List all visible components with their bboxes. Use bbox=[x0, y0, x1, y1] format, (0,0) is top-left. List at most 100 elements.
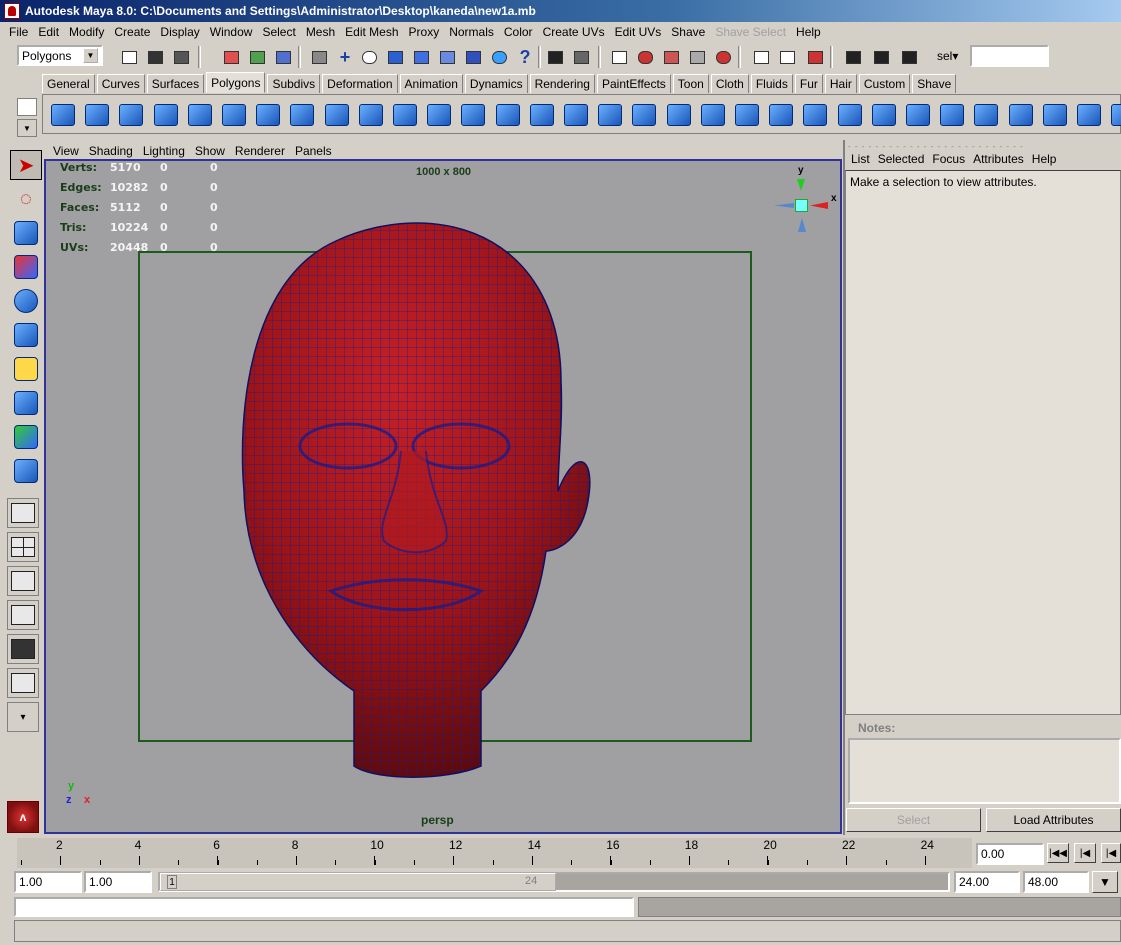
end-time-field[interactable]: 48.00 bbox=[1023, 871, 1089, 893]
snap-plane-icon[interactable] bbox=[410, 46, 432, 68]
viewcube-neg-x-arrow-icon[interactable] bbox=[774, 203, 794, 208]
notes-textarea[interactable] bbox=[848, 738, 1121, 804]
shelf-tab-fluids[interactable]: Fluids bbox=[750, 74, 793, 93]
construction-history-icon[interactable] bbox=[804, 46, 826, 68]
layout-outliner-icon[interactable] bbox=[7, 566, 39, 596]
paint-select-tool-icon[interactable] bbox=[10, 218, 42, 248]
poly-auto-map-icon[interactable] bbox=[1108, 100, 1121, 130]
poly-sphere-icon[interactable] bbox=[48, 100, 78, 130]
snap-surface-icon[interactable] bbox=[436, 46, 458, 68]
poly-split-icon[interactable] bbox=[664, 100, 694, 130]
poly-cube-icon[interactable] bbox=[82, 100, 112, 130]
sel-label[interactable]: sel▾ bbox=[937, 49, 958, 63]
new-scene-icon[interactable] bbox=[118, 46, 140, 68]
poly-append-icon[interactable] bbox=[629, 100, 659, 130]
soft-mod-tool-icon[interactable] bbox=[10, 388, 42, 418]
panel-menu-panels[interactable]: Panels bbox=[290, 144, 337, 158]
render-settings-icon[interactable] bbox=[898, 46, 920, 68]
attr-menu-attributes[interactable]: Attributes bbox=[969, 152, 1028, 166]
select-hierarchy-icon[interactable] bbox=[220, 46, 242, 68]
menu-edit[interactable]: Edit bbox=[33, 25, 64, 39]
poly-prism-icon[interactable] bbox=[253, 100, 283, 130]
layout-graph-icon[interactable] bbox=[7, 600, 39, 630]
current-time-field[interactable]: 0.00 bbox=[976, 843, 1044, 865]
shelf-options-button[interactable] bbox=[17, 98, 37, 116]
poly-cylinder-icon[interactable] bbox=[116, 100, 146, 130]
poly-pipe-icon[interactable] bbox=[287, 100, 317, 130]
select-component-icon[interactable] bbox=[272, 46, 294, 68]
globe-icon[interactable] bbox=[488, 46, 510, 68]
construction-icon[interactable] bbox=[712, 46, 734, 68]
viewcube-x-arrow-icon[interactable] bbox=[810, 202, 828, 209]
menu-set-selector[interactable]: Polygons ▼ bbox=[17, 45, 103, 66]
menu-modify[interactable]: Modify bbox=[64, 25, 109, 39]
layout-single-icon[interactable] bbox=[7, 498, 39, 528]
shelf-tab-hair[interactable]: Hair bbox=[824, 74, 857, 93]
sel-input[interactable] bbox=[970, 45, 1049, 67]
shelf-tab-fur[interactable]: Fur bbox=[794, 74, 823, 93]
help-icon[interactable]: ? bbox=[514, 46, 536, 68]
poly-cylindrical-map-icon[interactable] bbox=[1040, 100, 1070, 130]
shelf-tab-subdivs[interactable]: Subdivs bbox=[267, 74, 321, 93]
shelf-tab-custom[interactable]: Custom bbox=[858, 74, 911, 93]
lock-icon[interactable] bbox=[544, 46, 566, 68]
poly-helix-icon[interactable] bbox=[322, 100, 352, 130]
snap-point-icon[interactable] bbox=[384, 46, 406, 68]
poly-normals-icon[interactable] bbox=[971, 100, 1001, 130]
open-scene-icon[interactable] bbox=[144, 46, 166, 68]
select-button[interactable]: Select bbox=[846, 808, 981, 832]
perspective-viewport[interactable]: Verts: 5170 0 0 Edges: 10282 0 0 Faces: 5112 0 0 Tri… bbox=[44, 159, 842, 834]
menu-proxy[interactable]: Proxy bbox=[404, 25, 445, 39]
start-time-field[interactable]: 1.00 bbox=[14, 871, 82, 893]
poly-separate-icon[interactable] bbox=[424, 100, 454, 130]
output-ops-icon[interactable] bbox=[776, 46, 798, 68]
grid-icon[interactable] bbox=[608, 46, 630, 68]
poly-bevel-icon[interactable] bbox=[732, 100, 762, 130]
poly-mirror-icon[interactable] bbox=[527, 100, 557, 130]
menu-color[interactable]: Color bbox=[499, 25, 538, 39]
poly-triangulate-icon[interactable] bbox=[903, 100, 933, 130]
attr-menu-selected[interactable]: Selected bbox=[874, 152, 929, 166]
layout-hypershade-icon[interactable] bbox=[7, 634, 39, 664]
poly-extrude-icon[interactable] bbox=[561, 100, 591, 130]
mask-icon[interactable] bbox=[308, 46, 330, 68]
history-icon[interactable] bbox=[462, 46, 484, 68]
poly-wedge-icon[interactable] bbox=[835, 100, 865, 130]
chevron-down-icon[interactable]: ▼ bbox=[83, 48, 98, 63]
select-lock-icon[interactable] bbox=[570, 46, 592, 68]
poly-merge-icon[interactable] bbox=[766, 100, 796, 130]
poly-bridge-icon[interactable] bbox=[595, 100, 625, 130]
menu-file[interactable]: File bbox=[4, 25, 33, 39]
menu-mesh[interactable]: Mesh bbox=[301, 25, 340, 39]
panel-menu-view[interactable]: View bbox=[48, 144, 84, 158]
snap-grid-icon[interactable]: + bbox=[334, 46, 356, 68]
command-line-input[interactable] bbox=[14, 897, 634, 917]
menu-normals[interactable]: Normals bbox=[444, 25, 499, 39]
poly-chamfer-icon[interactable] bbox=[869, 100, 899, 130]
attr-menu-list[interactable]: List bbox=[847, 152, 874, 166]
menu-edit-mesh[interactable]: Edit Mesh bbox=[340, 25, 403, 39]
playback-start-field[interactable]: 1.00 bbox=[84, 871, 152, 893]
live-surface-icon[interactable] bbox=[686, 46, 708, 68]
poly-plane-icon[interactable] bbox=[185, 100, 215, 130]
range-slider-handle[interactable]: 1 24 bbox=[160, 873, 556, 891]
time-slider[interactable]: 2 4 6 8 10 12 14 16 18 20 22 24 bbox=[17, 838, 972, 868]
head-mesh[interactable] bbox=[236, 221, 596, 781]
step-back-key-icon[interactable]: |◀ bbox=[1101, 843, 1121, 863]
attr-menu-focus[interactable]: Focus bbox=[928, 152, 969, 166]
show-manipulator-icon[interactable] bbox=[10, 422, 42, 452]
poly-soccer-ball-icon[interactable] bbox=[356, 100, 386, 130]
rotate-tool-icon[interactable] bbox=[10, 286, 42, 316]
shelf-tab-animation[interactable]: Animation bbox=[399, 74, 463, 93]
shelf-tab-deformation[interactable]: Deformation bbox=[322, 74, 398, 93]
animation-prefs-chevron-icon[interactable]: ▼ bbox=[1092, 871, 1118, 893]
attr-menu-help[interactable]: Help bbox=[1028, 152, 1061, 166]
poly-insert-edge-icon[interactable] bbox=[698, 100, 728, 130]
magnet-icon[interactable] bbox=[634, 46, 656, 68]
move-tool-icon[interactable] bbox=[10, 252, 42, 282]
menu-shave-select[interactable]: Shave Select bbox=[710, 25, 791, 39]
layout-four-icon[interactable] bbox=[7, 532, 39, 562]
panel-menu-lighting[interactable]: Lighting bbox=[138, 144, 190, 158]
shelf-tab-polygons[interactable]: Polygons bbox=[206, 72, 266, 93]
viewcube-neg-y-arrow-icon[interactable] bbox=[798, 218, 806, 232]
